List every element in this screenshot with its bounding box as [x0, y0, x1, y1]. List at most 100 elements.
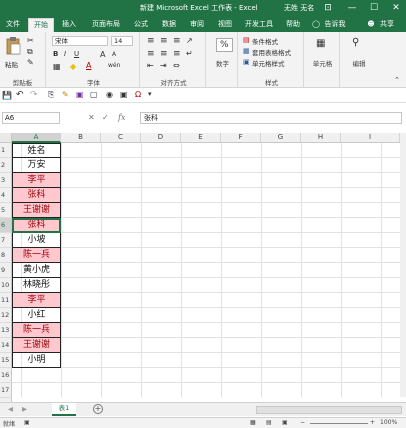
- decrease-indent-icon[interactable]: ⇤: [147, 61, 154, 70]
- vertical-scrollbar[interactable]: [400, 133, 406, 397]
- row-header-12[interactable]: 12: [0, 308, 12, 323]
- row-header-15[interactable]: 15: [0, 353, 12, 368]
- fill-color-icon[interactable]: ◆: [70, 62, 76, 71]
- number-format-button[interactable]: 数字: [208, 58, 237, 68]
- page-layout-view-icon[interactable]: ▤: [266, 419, 272, 426]
- row-header-11[interactable]: 11: [0, 293, 12, 308]
- tab-view[interactable]: 视图: [214, 18, 236, 32]
- row-header-16[interactable]: 16: [0, 368, 12, 383]
- align-top-icon[interactable]: ≡: [147, 36, 155, 46]
- name-box[interactable]: A6: [2, 112, 60, 124]
- row-header-17[interactable]: 17: [0, 383, 12, 398]
- row-header-14[interactable]: 14: [0, 338, 12, 353]
- tab-file[interactable]: 文件: [2, 18, 24, 32]
- prev-sheet-icon[interactable]: ◀: [8, 405, 13, 413]
- align-right-icon[interactable]: ≡: [173, 49, 181, 59]
- column-header-h[interactable]: H: [301, 133, 341, 143]
- worksheet-grid[interactable]: ABCDEFGHI 123456789101112131415161718 姓名…: [0, 133, 400, 413]
- row-header-5[interactable]: 5: [0, 203, 12, 218]
- confirm-entry-icon[interactable]: ✓: [102, 112, 109, 124]
- user-name[interactable]: 无姓 无名: [284, 3, 314, 13]
- editing-button[interactable]: 编辑: [342, 58, 376, 68]
- font-name-select[interactable]: 宋体: [52, 36, 108, 46]
- redo-icon[interactable]: ↷: [30, 90, 38, 100]
- column-header-d[interactable]: D: [141, 133, 181, 143]
- undo-icon[interactable]: ↶: [16, 90, 24, 100]
- tell-me-box[interactable]: 告诉我: [322, 18, 348, 32]
- align-middle-icon[interactable]: ≡: [160, 36, 168, 46]
- open-icon[interactable]: ▢: [90, 90, 98, 99]
- cell-styles-button[interactable]: 单元格样式: [252, 58, 285, 68]
- camera-icon[interactable]: ◉: [106, 90, 113, 99]
- row-header-9[interactable]: 9: [0, 263, 12, 278]
- close-button[interactable]: ✕: [386, 1, 406, 15]
- align-bottom-icon[interactable]: ≡: [173, 36, 181, 46]
- sheet-tab[interactable]: 表1: [52, 403, 76, 416]
- save-icon[interactable]: 💾: [2, 91, 12, 100]
- customize-qat-icon[interactable]: ▾: [148, 90, 152, 98]
- search-icon[interactable]: ⚲: [352, 37, 359, 48]
- image-icon[interactable]: ▣: [120, 90, 128, 99]
- format-as-table-button[interactable]: 套用表格格式: [252, 47, 291, 57]
- cell-a15[interactable]: 小明: [12, 353, 61, 368]
- cell-a9[interactable]: 黄小虎: [12, 263, 61, 278]
- tab-review[interactable]: 审阅: [186, 18, 208, 32]
- cell-a5[interactable]: 王谢谢: [12, 203, 61, 218]
- cell-a14[interactable]: 王谢谢: [12, 338, 61, 353]
- font-size-select[interactable]: 14: [111, 36, 133, 46]
- format-painter-qat-icon[interactable]: ✎: [62, 90, 69, 99]
- zoom-out-button[interactable]: −: [300, 419, 305, 426]
- tab-help[interactable]: 帮助: [282, 18, 304, 32]
- add-sheet-button[interactable]: +: [93, 404, 103, 414]
- tab-formulas[interactable]: 公式: [130, 18, 152, 32]
- row-header-8[interactable]: 8: [0, 248, 12, 263]
- row-header-3[interactable]: 3: [0, 173, 12, 188]
- collapse-ribbon-icon[interactable]: ⌃: [394, 76, 400, 84]
- column-header-i[interactable]: I: [341, 133, 400, 143]
- cell-a8[interactable]: 陈一兵: [12, 248, 61, 263]
- cell-a1[interactable]: 姓名: [12, 143, 61, 158]
- cancel-entry-icon[interactable]: ✕: [88, 112, 95, 124]
- column-header-a[interactable]: A: [12, 133, 61, 143]
- orientation-icon[interactable]: ↗: [186, 36, 193, 45]
- cut-icon[interactable]: ✂: [27, 36, 34, 45]
- merge-center-icon[interactable]: ⇔: [173, 61, 180, 70]
- italic-button[interactable]: I: [64, 50, 66, 58]
- column-header-e[interactable]: E: [181, 133, 221, 143]
- format-painter-icon[interactable]: ✎: [27, 58, 34, 67]
- cell-a11[interactable]: 李平: [12, 293, 61, 308]
- percent-icon[interactable]: %: [216, 38, 233, 52]
- tab-developer[interactable]: 开发工具: [242, 18, 276, 32]
- row-header-6[interactable]: 6: [0, 218, 12, 233]
- macro-record-icon[interactable]: ▣: [24, 419, 30, 426]
- insert-function-button[interactable]: fx: [118, 112, 125, 124]
- horizontal-scrollbar[interactable]: [256, 406, 402, 414]
- increase-indent-icon[interactable]: ⇥: [160, 61, 167, 70]
- cell-a3[interactable]: 李平: [12, 173, 61, 188]
- shrink-font-button[interactable]: A: [112, 51, 116, 58]
- copy-icon[interactable]: ⧉: [27, 47, 33, 57]
- bold-button[interactable]: B: [53, 50, 58, 58]
- conditional-format-button[interactable]: 条件格式: [252, 36, 278, 46]
- phonetic-guide-button[interactable]: wén: [108, 62, 120, 69]
- save-qat-icon[interactable]: ▣: [76, 90, 84, 99]
- column-header-g[interactable]: G: [261, 133, 301, 143]
- tab-insert[interactable]: 插入: [58, 18, 80, 32]
- row-header-4[interactable]: 4: [0, 188, 12, 203]
- cell-a4[interactable]: 张科: [12, 188, 61, 203]
- wrap-text-icon[interactable]: ↵: [186, 49, 193, 58]
- maximize-button[interactable]: ☐: [364, 1, 384, 15]
- row-header-1[interactable]: 1: [0, 143, 12, 158]
- cell-a7[interactable]: 小坡: [12, 233, 61, 248]
- row-header-2[interactable]: 2: [0, 158, 12, 173]
- zoom-in-button[interactable]: +: [370, 419, 375, 426]
- formula-input[interactable]: 张科: [140, 112, 402, 124]
- column-header-c[interactable]: C: [101, 133, 141, 143]
- tab-page-layout[interactable]: 页面布局: [86, 18, 126, 32]
- cell-a13[interactable]: 陈一兵: [12, 323, 61, 338]
- column-header-b[interactable]: B: [61, 133, 101, 143]
- zoom-slider[interactable]: [310, 423, 368, 424]
- minimize-button[interactable]: —: [342, 1, 362, 15]
- next-sheet-icon[interactable]: ▶: [22, 405, 27, 413]
- paste-button[interactable]: 粘贴: [5, 59, 18, 69]
